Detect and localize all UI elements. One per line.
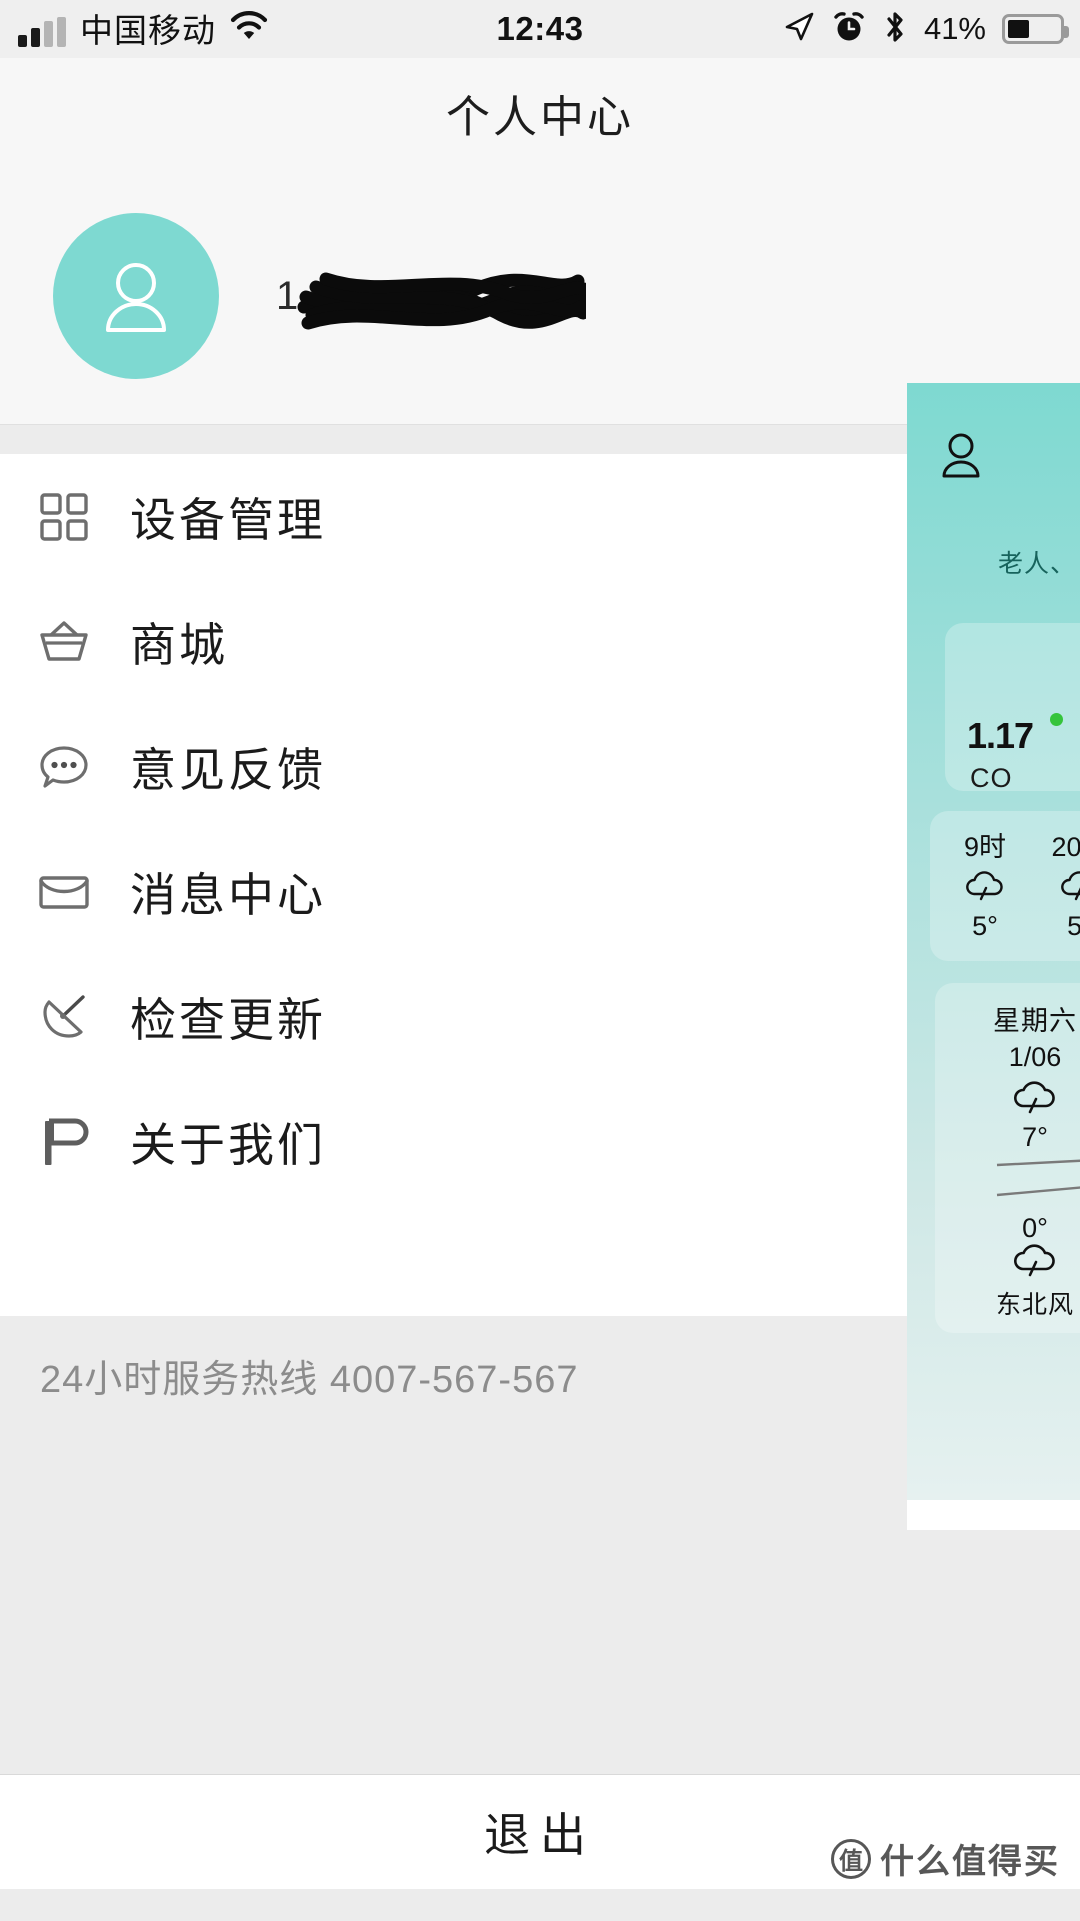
menu-item-label: 检查更新 <box>130 993 326 1046</box>
rain-cloud-icon <box>935 1244 1080 1283</box>
menu-item-label: 商城 <box>130 618 228 671</box>
day-low-temp-label: 0° <box>1022 1213 1048 1243</box>
service-hotline-label: 24小时服务热线 4007-567-567 <box>40 1358 579 1401</box>
phone-screen: 中国移动 12:43 41% 个人中心 1 设备管理 商城 意见反馈 消息中心 … <box>0 0 1080 1921</box>
menu-item-label: 关于我们 <box>130 1118 326 1171</box>
avatar[interactable] <box>53 213 219 379</box>
status-bar-clock: 12:43 <box>496 10 584 47</box>
watermark-text: 什么值得买 <box>880 1843 1060 1881</box>
chat-bubble-icon <box>34 737 94 797</box>
username-area: 1 <box>276 213 1080 379</box>
watermark: 值 什么值得买 <box>831 1834 1060 1883</box>
air-quality-status-dot <box>1050 713 1063 726</box>
hour-temp-label: 5° <box>972 911 998 941</box>
grid-squares-icon <box>34 487 94 547</box>
flag-icon <box>34 1112 94 1172</box>
shopping-basket-icon <box>34 612 94 672</box>
rain-cloud-icon <box>940 870 1030 907</box>
hour-time-label: 9时 <box>963 832 1007 862</box>
rain-cloud-icon <box>935 1079 1080 1120</box>
logout-label: 退出 <box>484 1809 596 1861</box>
bottom-strip <box>0 1889 1080 1921</box>
weather-widget-panel[interactable]: 老人、 1.17 CO 9时 5° 20时 <box>907 383 1080 1530</box>
air-quality-value: 1.17 <box>967 715 1034 756</box>
day-wind-label: 东北风 <box>995 1291 1074 1319</box>
menu-item-label: 消息中心 <box>130 868 326 921</box>
rain-cloud-icon <box>1035 870 1080 907</box>
page-title: 个人中心 <box>446 93 634 142</box>
daily-low-section: 0° 东北风 <box>935 1213 1080 1321</box>
hourly-forecast-item: 20时 5° <box>1035 825 1080 942</box>
daily-forecast-card[interactable]: 星期六 1/06 7° 0° 东北风 <box>935 983 1080 1333</box>
menu-item-label: 设备管理 <box>130 493 326 546</box>
satellite-dish-icon <box>34 987 94 1047</box>
panel-tagline: 老人、 <box>997 550 1076 578</box>
user-avatar-icon <box>106 263 166 332</box>
hour-time-label: 20时 <box>1051 832 1080 862</box>
air-quality-label: CO <box>970 763 1013 793</box>
daily-forecast-item: 星期六 1/06 7° <box>935 999 1080 1153</box>
menu-item-label: 意见反馈 <box>130 743 326 796</box>
redaction-scribble <box>297 272 586 330</box>
nav-bar: 个人中心 <box>0 58 1080 168</box>
hourly-forecast-card[interactable]: 9时 5° 20时 5° <box>930 811 1080 961</box>
panel-footer-strip <box>907 1500 1080 1530</box>
status-bar: 中国移动 12:43 41% <box>0 0 1080 58</box>
day-weekday-label: 星期六 <box>993 1006 1077 1036</box>
day-high-temp-label: 7° <box>1022 1122 1048 1152</box>
envelope-icon <box>34 862 94 922</box>
day-date-label: 1/06 <box>1008 1042 1062 1072</box>
user-outline-icon <box>935 431 987 488</box>
temperature-trend-lines <box>996 1159 1080 1197</box>
watermark-badge: 值 <box>831 1838 871 1879</box>
hourly-forecast-item: 9时 5° <box>940 825 1030 942</box>
battery-icon <box>1002 14 1069 44</box>
hour-temp-label: 5° <box>1067 911 1080 941</box>
username-label: 1 <box>276 273 301 318</box>
air-quality-card[interactable]: 1.17 CO <box>945 623 1080 793</box>
